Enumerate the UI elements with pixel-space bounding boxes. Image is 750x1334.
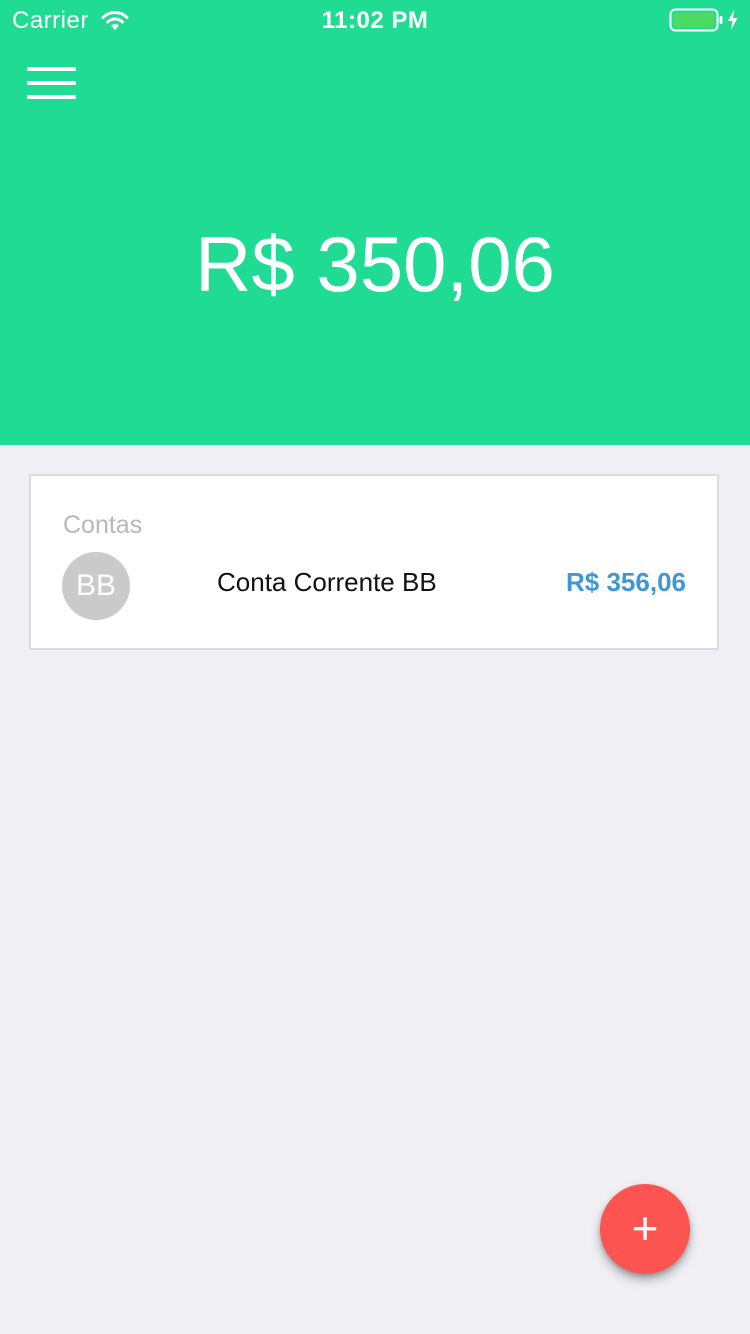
header: Carrier 11:02 PM R$ 350,06: [0, 0, 750, 445]
total-balance: R$ 350,06: [195, 220, 555, 308]
account-name: Conta Corrente BB: [217, 567, 437, 597]
accounts-card-title: Contas: [63, 511, 143, 539]
account-amount: R$ 356,06: [566, 567, 686, 597]
hamburger-menu-icon: [27, 67, 76, 99]
plus-icon: +: [631, 1202, 659, 1254]
battery-charging-icon: [669, 8, 738, 32]
add-button[interactable]: +: [600, 1184, 690, 1274]
accounts-card: Contas BB Conta Corrente BB R$ 356,06: [29, 474, 719, 650]
menu-button[interactable]: [20, 60, 84, 108]
status-time: 11:02 PM: [321, 7, 429, 34]
account-avatar: BB: [62, 552, 130, 620]
account-row[interactable]: BB Conta Corrente BB R$ 356,06: [31, 550, 717, 622]
status-bar: Carrier 11:02 PM: [0, 0, 750, 40]
